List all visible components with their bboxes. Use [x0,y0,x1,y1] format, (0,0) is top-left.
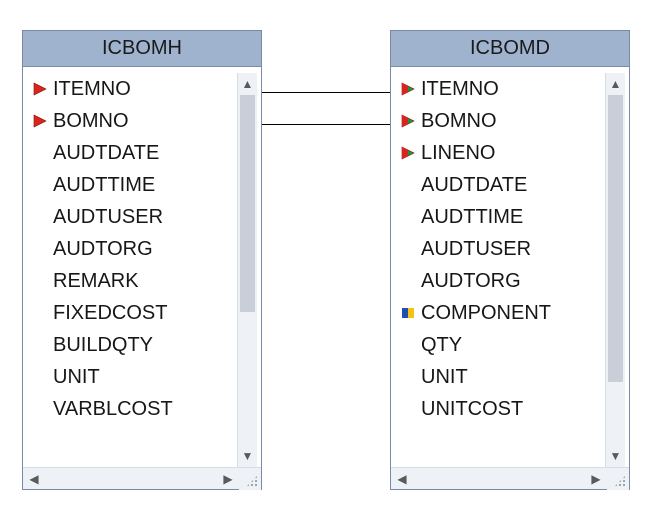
field-row[interactable]: ITEMNO [29,73,233,105]
field-name: QTY [421,329,462,361]
field-row[interactable]: UNIT [397,361,601,393]
horizontal-scrollbar[interactable]: ◀ ▶ [23,468,239,489]
field-row[interactable]: AUDTTIME [29,169,233,201]
index-icon [401,306,415,320]
scroll-right-icon[interactable]: ▶ [585,468,607,489]
field-row[interactable]: VARBLCOST [29,393,233,425]
fk-icon [401,146,415,160]
field-row[interactable]: AUDTORG [29,233,233,265]
table-body: ITEMNO BOMNO AUDTDATE AUDTTIME AUDTUSER … [23,67,261,467]
horizontal-scroll-area: ◀ ▶ [391,467,629,489]
field-name: BOMNO [421,105,497,137]
table-body: ITEMNO BOMNO LINENO AUDTDATE AUDTTIME AU… [391,67,629,467]
table-title[interactable]: ICBOMD [391,31,629,67]
scroll-track[interactable] [413,468,585,489]
table-title[interactable]: ICBOMH [23,31,261,67]
field-row[interactable]: UNIT [29,361,233,393]
horizontal-scrollbar[interactable]: ◀ ▶ [391,468,607,489]
relation-line [262,92,390,93]
field-row[interactable]: QTY [397,329,601,361]
field-name: UNIT [53,361,100,393]
pk-icon [33,82,47,96]
field-name: AUDTORG [421,265,521,297]
scroll-track[interactable] [606,95,625,445]
field-row[interactable]: AUDTUSER [397,233,601,265]
scroll-down-icon[interactable]: ▼ [606,445,625,467]
field-name: COMPONENT [421,297,551,329]
scroll-thumb[interactable] [240,95,255,312]
scroll-track[interactable] [45,468,217,489]
field-name: AUDTTIME [421,201,523,233]
field-row[interactable]: BOMNO [29,105,233,137]
scroll-thumb[interactable] [608,95,623,382]
field-row[interactable]: AUDTUSER [29,201,233,233]
horizontal-scroll-area: ◀ ▶ [23,467,261,489]
scroll-track[interactable] [238,95,257,445]
field-row[interactable]: REMARK [29,265,233,297]
field-list: ITEMNO BOMNO AUDTDATE AUDTTIME AUDTUSER … [29,73,237,467]
field-row[interactable]: AUDTDATE [29,137,233,169]
field-row[interactable]: BOMNO [397,105,601,137]
field-row[interactable]: ITEMNO [397,73,601,105]
field-name: ITEMNO [53,73,131,105]
field-name: FIXEDCOST [53,297,167,329]
field-name: AUDTDATE [421,169,527,201]
scroll-left-icon[interactable]: ◀ [23,468,45,489]
field-name: UNITCOST [421,393,523,425]
field-name: LINENO [421,137,495,169]
field-row[interactable]: FIXEDCOST [29,297,233,329]
scroll-left-icon[interactable]: ◀ [391,468,413,489]
field-name: UNIT [421,361,468,393]
table-icbomh[interactable]: ICBOMH ITEMNO BOMNO AUDTDATE AUDTTIME AU… [22,30,262,490]
relation-line [262,124,390,125]
field-row[interactable]: AUDTORG [397,265,601,297]
field-name: AUDTTIME [53,169,155,201]
field-row[interactable]: COMPONENT [397,297,601,329]
field-name: AUDTUSER [421,233,531,265]
scroll-up-icon[interactable]: ▲ [238,73,257,95]
vertical-scrollbar[interactable]: ▲ ▼ [237,73,257,467]
table-icbomd[interactable]: ICBOMD ITEMNO BOMNO LINENO AUDTDA [390,30,630,490]
field-name: AUDTORG [53,233,153,265]
scroll-up-icon[interactable]: ▲ [606,73,625,95]
scroll-down-icon[interactable]: ▼ [238,445,257,467]
field-row[interactable]: AUDTDATE [397,169,601,201]
fk-icon [401,114,415,128]
field-name: BUILDQTY [53,329,153,361]
field-name: BOMNO [53,105,129,137]
resize-grip-icon[interactable] [239,468,261,490]
vertical-scrollbar[interactable]: ▲ ▼ [605,73,625,467]
pk-icon [33,114,47,128]
field-name: AUDTDATE [53,137,159,169]
field-row[interactable]: BUILDQTY [29,329,233,361]
resize-grip-icon[interactable] [607,468,629,490]
field-row[interactable]: AUDTTIME [397,201,601,233]
scroll-right-icon[interactable]: ▶ [217,468,239,489]
fk-icon [401,82,415,96]
field-name: ITEMNO [421,73,499,105]
field-name: AUDTUSER [53,201,163,233]
field-row[interactable]: LINENO [397,137,601,169]
field-name: VARBLCOST [53,393,173,425]
field-row[interactable]: UNITCOST [397,393,601,425]
field-list: ITEMNO BOMNO LINENO AUDTDATE AUDTTIME AU… [397,73,605,467]
field-name: REMARK [53,265,139,297]
